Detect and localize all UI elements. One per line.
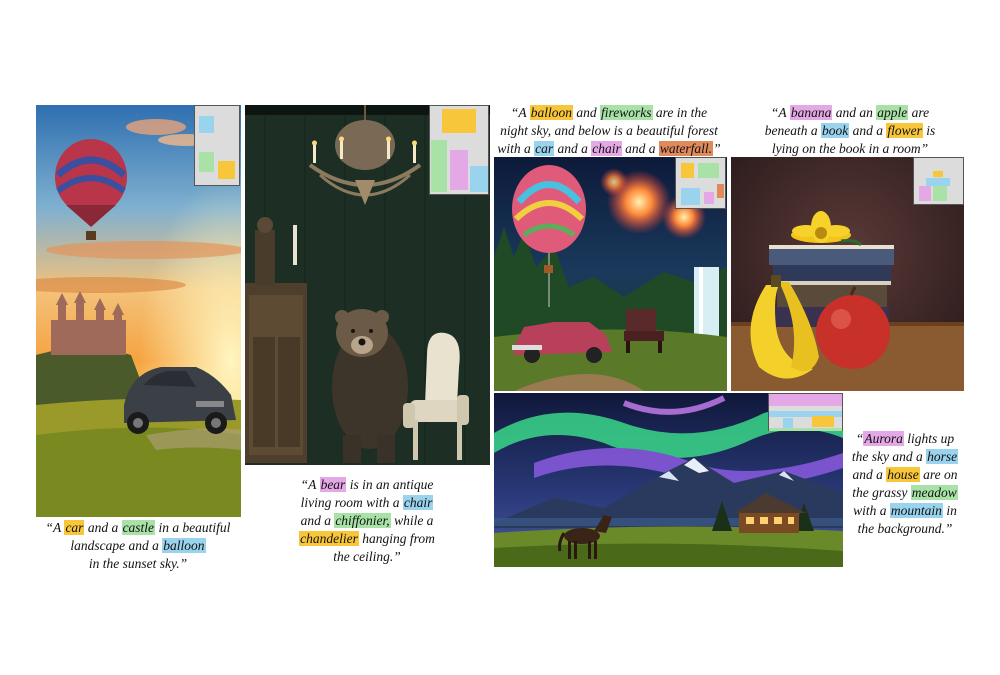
highlighted-keyword: balloon	[162, 538, 206, 553]
image-banana-apple-books	[731, 157, 964, 391]
layout-box-diagram	[913, 157, 964, 205]
highlighted-keyword: Aurora	[863, 431, 904, 446]
layout-box-diagram	[429, 105, 489, 195]
layout-box-house	[812, 416, 834, 427]
highlighted-keyword: banana	[789, 105, 833, 120]
highlighted-keyword: chiffonier,	[334, 513, 391, 528]
highlighted-keyword: horse	[926, 449, 959, 464]
highlighted-keyword: meadow	[910, 485, 958, 500]
layout-box-diagram	[194, 105, 240, 186]
layout-box-fireworks	[698, 163, 719, 178]
highlighted-keyword: bear	[319, 477, 347, 492]
highlighted-keyword: balloon	[529, 105, 574, 120]
layout-box-castle	[199, 152, 214, 172]
layout-box-chiffonier	[431, 140, 447, 192]
highlighted-keyword: castle	[121, 520, 156, 535]
highlighted-keyword: car	[64, 520, 85, 535]
highlighted-keyword: mountain	[889, 503, 943, 518]
layout-box-apple	[933, 186, 947, 201]
highlighted-keyword: chair	[402, 495, 434, 510]
layout-box-chandelier	[442, 109, 476, 133]
layout-box-meadow	[769, 428, 842, 431]
highlighted-keyword: house	[886, 467, 920, 482]
layout-box-waterfall	[717, 184, 724, 198]
caption-fireworks: “A balloon and fireworks are in the night…	[497, 105, 721, 156]
highlighted-keyword: chair	[591, 141, 622, 156]
image-castle-balloon-car	[36, 105, 241, 517]
highlighted-keyword: chandelier	[299, 531, 359, 546]
layout-box-balloon	[199, 116, 214, 133]
layout-box-chair	[470, 166, 488, 192]
layout-box-aurora	[769, 394, 842, 406]
image-aurora-horse-house	[494, 393, 843, 567]
highlighted-keyword: apple	[876, 105, 909, 120]
layout-box-chair	[704, 192, 714, 204]
caption-aurora: “Aurora lights up the sky and a horse and …	[851, 431, 959, 536]
highlighted-keyword: book	[820, 123, 850, 138]
layout-box-book	[926, 178, 950, 186]
highlighted-keyword: waterfall.	[658, 141, 714, 156]
layout-box-flower	[933, 171, 943, 177]
layout-box-diagram	[768, 393, 843, 431]
highlighted-keyword: flower	[886, 123, 923, 138]
caption-banana: “A banana and an apple are beneath a book…	[764, 105, 936, 156]
highlighted-keyword: fireworks	[600, 105, 653, 120]
highlighted-keyword: car	[534, 141, 555, 156]
layout-box-balloon	[681, 163, 694, 178]
caption-bear: “A bear is in an antique living room with…	[299, 477, 435, 564]
caption-castle: “A car and a castle in a beautiful landsc…	[45, 520, 231, 571]
layout-box-banana	[919, 186, 931, 201]
layout-box-car	[218, 161, 235, 179]
layout-box-diagram	[675, 157, 726, 209]
image-bear-living-room	[245, 105, 490, 465]
layout-box-car	[681, 188, 700, 205]
layout-box-bear	[450, 150, 468, 190]
image-balloon-fireworks-forest	[494, 157, 727, 391]
layout-box-horse	[783, 418, 793, 428]
